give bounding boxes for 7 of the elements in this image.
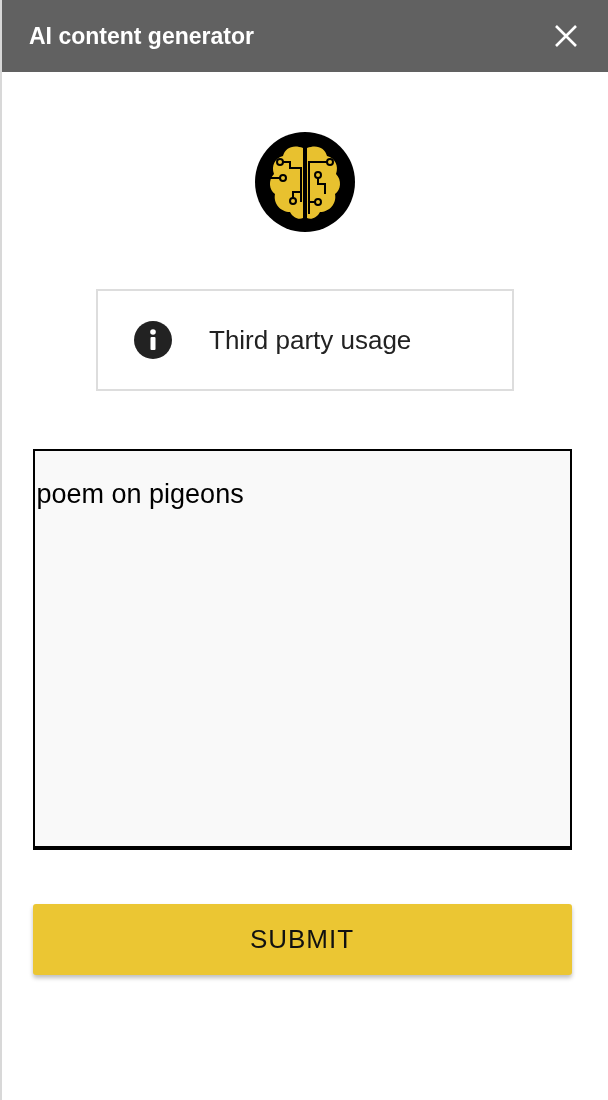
submit-button[interactable]: SUBMIT xyxy=(32,904,572,975)
notice-label: Third party usage xyxy=(209,324,412,356)
brain-circuit-icon xyxy=(255,132,355,232)
close-icon[interactable] xyxy=(554,24,578,48)
window-title: AI content generator xyxy=(29,22,254,50)
info-icon xyxy=(134,321,172,359)
input-field[interactable]: poem on pigeons xyxy=(32,449,572,850)
